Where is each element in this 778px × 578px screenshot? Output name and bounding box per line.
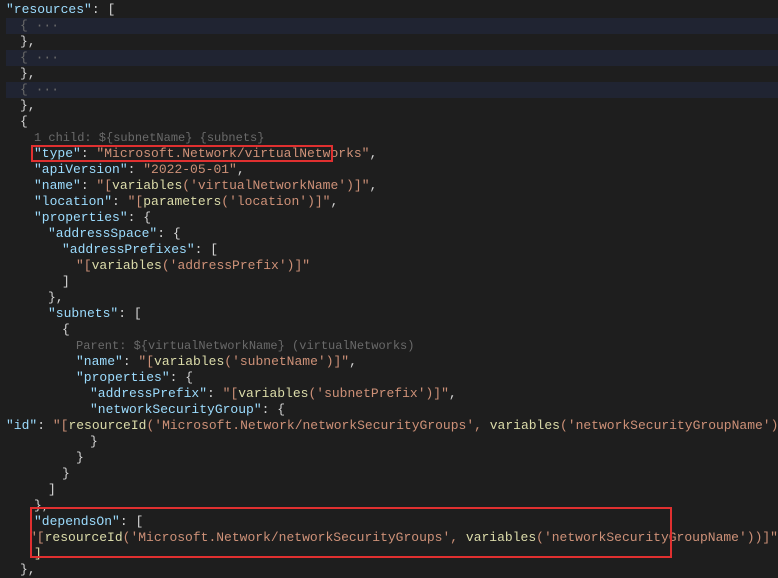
code-line[interactable]: }: [6, 434, 778, 450]
code-line[interactable]: },: [6, 562, 778, 578]
codelens-hint[interactable]: Parent: ${virtualNetworkName} (virtualNe…: [6, 338, 778, 354]
code-line[interactable]: ]: [6, 274, 778, 290]
code-line[interactable]: },: [6, 498, 778, 514]
code-line[interactable]: {: [6, 322, 778, 338]
code-line[interactable]: },: [6, 66, 778, 82]
fold-placeholder[interactable]: { ···: [20, 50, 67, 66]
json-key: "resources": [6, 2, 92, 18]
code-line[interactable]: "subnets": [: [6, 306, 778, 322]
code-line[interactable]: "id": "[resourceId('Microsoft.Network/ne…: [6, 418, 778, 434]
code-line[interactable]: "dependsOn": [: [6, 514, 778, 530]
fold-placeholder[interactable]: { ···: [20, 82, 67, 98]
code-line[interactable]: },: [6, 34, 778, 50]
code-line[interactable]: "location": "[parameters('location')]",: [6, 194, 778, 210]
code-line[interactable]: }: [6, 450, 778, 466]
fold-placeholder[interactable]: { ···: [20, 18, 67, 34]
code-line[interactable]: "addressPrefixes": [: [6, 242, 778, 258]
code-line[interactable]: "[variables('addressPrefix')]": [6, 258, 778, 274]
code-line[interactable]: "name": "[variables('virtualNetworkName'…: [6, 178, 778, 194]
code-line[interactable]: }: [6, 466, 778, 482]
code-line[interactable]: "networkSecurityGroup": {: [6, 402, 778, 418]
code-line[interactable]: },: [6, 290, 778, 306]
folded-line[interactable]: { ···: [6, 82, 778, 98]
code-line[interactable]: {: [6, 114, 778, 130]
code-editor[interactable]: "resources": [ { ··· }, { ··· }, { ··· }…: [6, 2, 778, 578]
code-line[interactable]: "properties": {: [6, 210, 778, 226]
code-line[interactable]: "addressSpace": {: [6, 226, 778, 242]
code-line[interactable]: "properties": {: [6, 370, 778, 386]
code-line[interactable]: },: [6, 98, 778, 114]
folded-line[interactable]: { ···: [6, 50, 778, 66]
code-line[interactable]: "type": "Microsoft.Network/virtualNetwor…: [6, 146, 778, 162]
code-line[interactable]: "apiVersion": "2022-05-01",: [6, 162, 778, 178]
code-line[interactable]: "resources": [: [6, 2, 778, 18]
code-line[interactable]: ]: [6, 482, 778, 498]
code-line[interactable]: "addressPrefix": "[variables('subnetPref…: [6, 386, 778, 402]
codelens-hint[interactable]: 1 child: ${subnetName} {subnets}: [6, 130, 778, 146]
code-line[interactable]: ]: [6, 546, 778, 562]
code-line[interactable]: "[resourceId('Microsoft.Network/networkS…: [6, 530, 778, 546]
folded-line[interactable]: { ···: [6, 18, 778, 34]
code-line[interactable]: "name": "[variables('subnetName')]",: [6, 354, 778, 370]
